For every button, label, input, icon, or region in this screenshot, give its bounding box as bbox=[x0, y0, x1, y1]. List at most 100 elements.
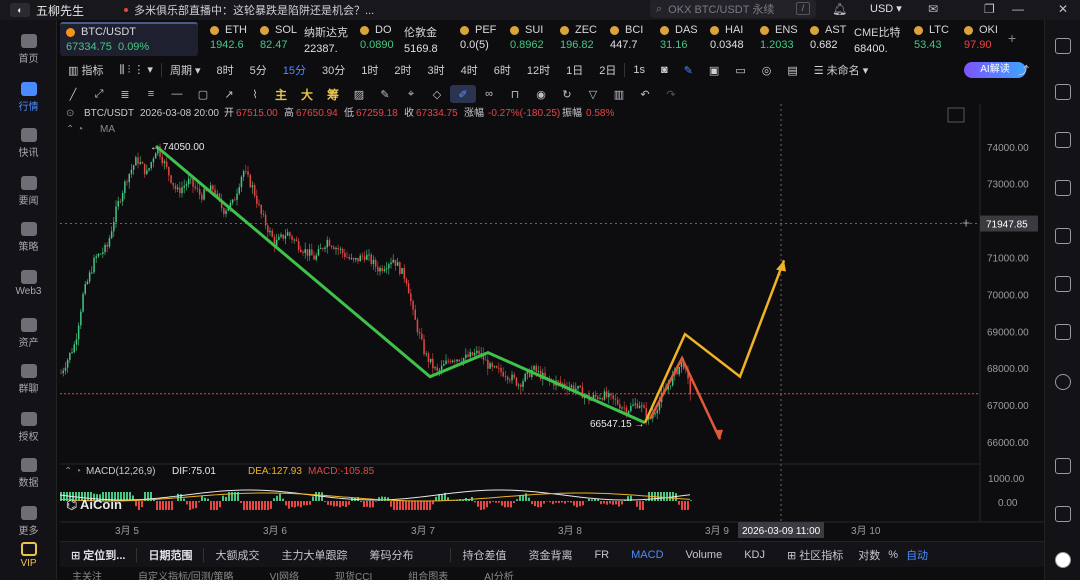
trendline-tool-icon[interactable]: ╱ bbox=[60, 85, 86, 103]
ray-tool-icon[interactable]: ⤢ bbox=[86, 85, 112, 103]
magnet-tool-icon[interactable]: ◇ bbox=[424, 85, 450, 103]
nav-assets[interactable]: 资产 bbox=[0, 318, 57, 349]
ticker-item[interactable]: BCI 447.7 bbox=[602, 22, 652, 56]
ticker-item[interactable]: CME比特 68400. bbox=[852, 22, 906, 56]
ticker-item[interactable]: 伦敦金 5169.8 bbox=[402, 22, 452, 56]
price-chart[interactable]: ← 74050.00 66547.15 → 1000.00 0.00 ⌃ ◔ MACD(… bbox=[60, 104, 1044, 544]
ticker-item[interactable]: 纳斯达克 22387. bbox=[302, 22, 352, 56]
interval-30m[interactable]: 30分 bbox=[314, 62, 353, 78]
refresh-tool-icon[interactable]: ↻ bbox=[554, 85, 580, 103]
footer-tab[interactable]: 组合图表 bbox=[408, 568, 448, 580]
undo-icon[interactable]: ↶ bbox=[632, 85, 658, 103]
period-select[interactable]: 周期 ▾ bbox=[162, 62, 209, 78]
minimize-icon[interactable]: — bbox=[1012, 2, 1024, 18]
nav-vip[interactable]: VIP bbox=[0, 542, 57, 569]
collapse-icon[interactable]: ⊙ bbox=[66, 108, 74, 119]
interval-4h[interactable]: 4时 bbox=[453, 62, 486, 78]
tab-large-trades[interactable]: 大额成交 bbox=[204, 547, 270, 563]
ticker-item[interactable]: DO 0.0890 bbox=[352, 22, 402, 56]
chart-up-icon[interactable] bbox=[1055, 180, 1071, 196]
nav-data[interactable]: 数据 bbox=[0, 458, 57, 489]
ticker-item[interactable]: PEF 0.0(5) bbox=[452, 22, 502, 56]
ticker-item[interactable]: HAI 0.0348 bbox=[702, 22, 752, 56]
brush-tool-icon[interactable]: ⌇ bbox=[242, 85, 268, 103]
eye-tool-icon[interactable]: ◉ bbox=[528, 85, 554, 103]
filter-tool-icon[interactable]: ▽ bbox=[580, 85, 606, 103]
rect-tool-icon[interactable]: ▢ bbox=[190, 85, 216, 103]
pencil-tool-icon[interactable]: ✐ bbox=[450, 85, 476, 103]
tab-main-orders[interactable]: 主力大单跟踪 bbox=[270, 547, 358, 563]
interval-15m[interactable]: 15分 bbox=[275, 62, 314, 78]
share-icon[interactable]: ⤴ bbox=[1010, 62, 1037, 78]
tab-position-diff[interactable]: 持仓差值 bbox=[451, 547, 517, 563]
ticker-item[interactable]: BTC/USDT 67334.75 0.09% bbox=[60, 22, 198, 56]
trash-icon[interactable]: ▥ bbox=[606, 85, 632, 103]
ticker-item[interactable]: ENS 1.2033 bbox=[752, 22, 802, 56]
interval-12h[interactable]: 12时 bbox=[519, 62, 558, 78]
footer-tab[interactable]: VI网络 bbox=[270, 568, 299, 580]
currency-select[interactable]: USD ▾ bbox=[870, 2, 902, 15]
calendar-icon[interactable] bbox=[1055, 276, 1071, 292]
nav-home[interactable]: 首页 bbox=[0, 34, 57, 65]
nav-web3[interactable]: Web3 bbox=[0, 270, 57, 297]
nav-auth[interactable]: 授权 bbox=[0, 412, 57, 443]
ticker-item[interactable]: OKI 97.90 bbox=[956, 22, 1006, 56]
display-icon[interactable]: ▤ bbox=[779, 64, 805, 77]
interval-2d[interactable]: 2日 bbox=[591, 62, 624, 78]
nav-market[interactable]: 行情 bbox=[0, 82, 57, 113]
nav-news[interactable]: 要闻 bbox=[0, 176, 57, 207]
percent-toggle[interactable]: % bbox=[884, 549, 902, 561]
layout-icon[interactable]: ▭ bbox=[727, 64, 753, 77]
date-range-button[interactable]: 日期范围 bbox=[137, 547, 203, 563]
window-restore-icon[interactable]: ❐ bbox=[984, 2, 995, 18]
bars-icon[interactable] bbox=[1055, 324, 1071, 340]
locate-button[interactable]: ⊞ 定位到... bbox=[60, 547, 136, 563]
ma-label[interactable]: MA bbox=[100, 124, 115, 135]
footer-tab[interactable]: 现货CCI bbox=[335, 568, 372, 580]
compare-icon[interactable]: ⫼ ⫶ ⋮ ▾ bbox=[111, 63, 161, 77]
unnamed-layout-select[interactable]: ☰ 未命名 ▾ bbox=[806, 62, 877, 78]
interval-2h[interactable]: 2时 bbox=[386, 62, 419, 78]
layout-panel-icon[interactable] bbox=[1055, 38, 1071, 54]
footer-tab[interactable]: 主关注 bbox=[72, 568, 102, 580]
redo-icon[interactable]: ↷ bbox=[658, 85, 684, 103]
nav-chat[interactable]: 群聊 bbox=[0, 364, 57, 395]
split-icon[interactable] bbox=[1055, 506, 1071, 522]
ticker-item[interactable]: DAS 31.16 bbox=[652, 22, 702, 56]
swap-icon[interactable] bbox=[1055, 374, 1071, 390]
broadcast-banner[interactable]: 多米俱乐部直播中：这轮暴跌是陷阱还是机会？... bbox=[134, 2, 374, 18]
arrow-tool-icon[interactable]: ↗ bbox=[216, 85, 242, 103]
ticker-item[interactable]: AST 0.682 bbox=[802, 22, 852, 56]
tag-tool-icon[interactable]: ⌖ bbox=[398, 85, 424, 103]
nav-more[interactable]: 更多 bbox=[0, 506, 57, 537]
ticker-item[interactable]: SOL 82.47 bbox=[252, 22, 302, 56]
calculator-icon[interactable] bbox=[1055, 228, 1071, 244]
tab-kdj[interactable]: KDJ bbox=[733, 549, 776, 561]
auto-toggle[interactable]: 自动 bbox=[902, 547, 932, 563]
lock-tool-icon[interactable]: ⊓ bbox=[502, 85, 528, 103]
tab-fr[interactable]: FR bbox=[583, 549, 620, 561]
search-input[interactable]: ⌕ OKX BTC/USDT 永续 / bbox=[650, 0, 816, 18]
big-order-tool[interactable]: 大 bbox=[294, 85, 320, 103]
window-icon[interactable] bbox=[1055, 458, 1071, 474]
interval-3h[interactable]: 3时 bbox=[420, 62, 453, 78]
document-icon[interactable] bbox=[1055, 84, 1071, 100]
community-indicators[interactable]: ⊞ 社区指标 bbox=[776, 547, 854, 563]
tab-volume[interactable]: Volume bbox=[675, 549, 734, 561]
hsegment-tool-icon[interactable]: — bbox=[164, 85, 190, 103]
bell-icon[interactable]: 🔔︎ bbox=[832, 2, 847, 18]
footer-tab[interactable]: AI分析 bbox=[484, 568, 513, 580]
interval-1h[interactable]: 1时 bbox=[353, 62, 386, 78]
chips-tool[interactable]: 筹 bbox=[320, 85, 346, 103]
nav-strategy[interactable]: 策略 bbox=[0, 222, 57, 253]
tab-chip-dist[interactable]: 筹码分布 bbox=[358, 547, 424, 563]
indicator-button[interactable]: ▥ 指标 bbox=[60, 62, 111, 78]
hline-tool-icon[interactable]: ≡ bbox=[138, 85, 164, 103]
target-icon[interactable]: ◎ bbox=[754, 64, 780, 77]
log-toggle[interactable]: 对数 bbox=[854, 547, 884, 563]
interval-5m[interactable]: 5分 bbox=[242, 62, 275, 78]
image-icon[interactable]: ▣ bbox=[701, 64, 727, 77]
ticker-item[interactable]: ZEC 196.82 bbox=[552, 22, 602, 56]
main-force-tool[interactable]: 主 bbox=[268, 85, 294, 103]
support-avatar-icon[interactable] bbox=[1055, 552, 1071, 568]
